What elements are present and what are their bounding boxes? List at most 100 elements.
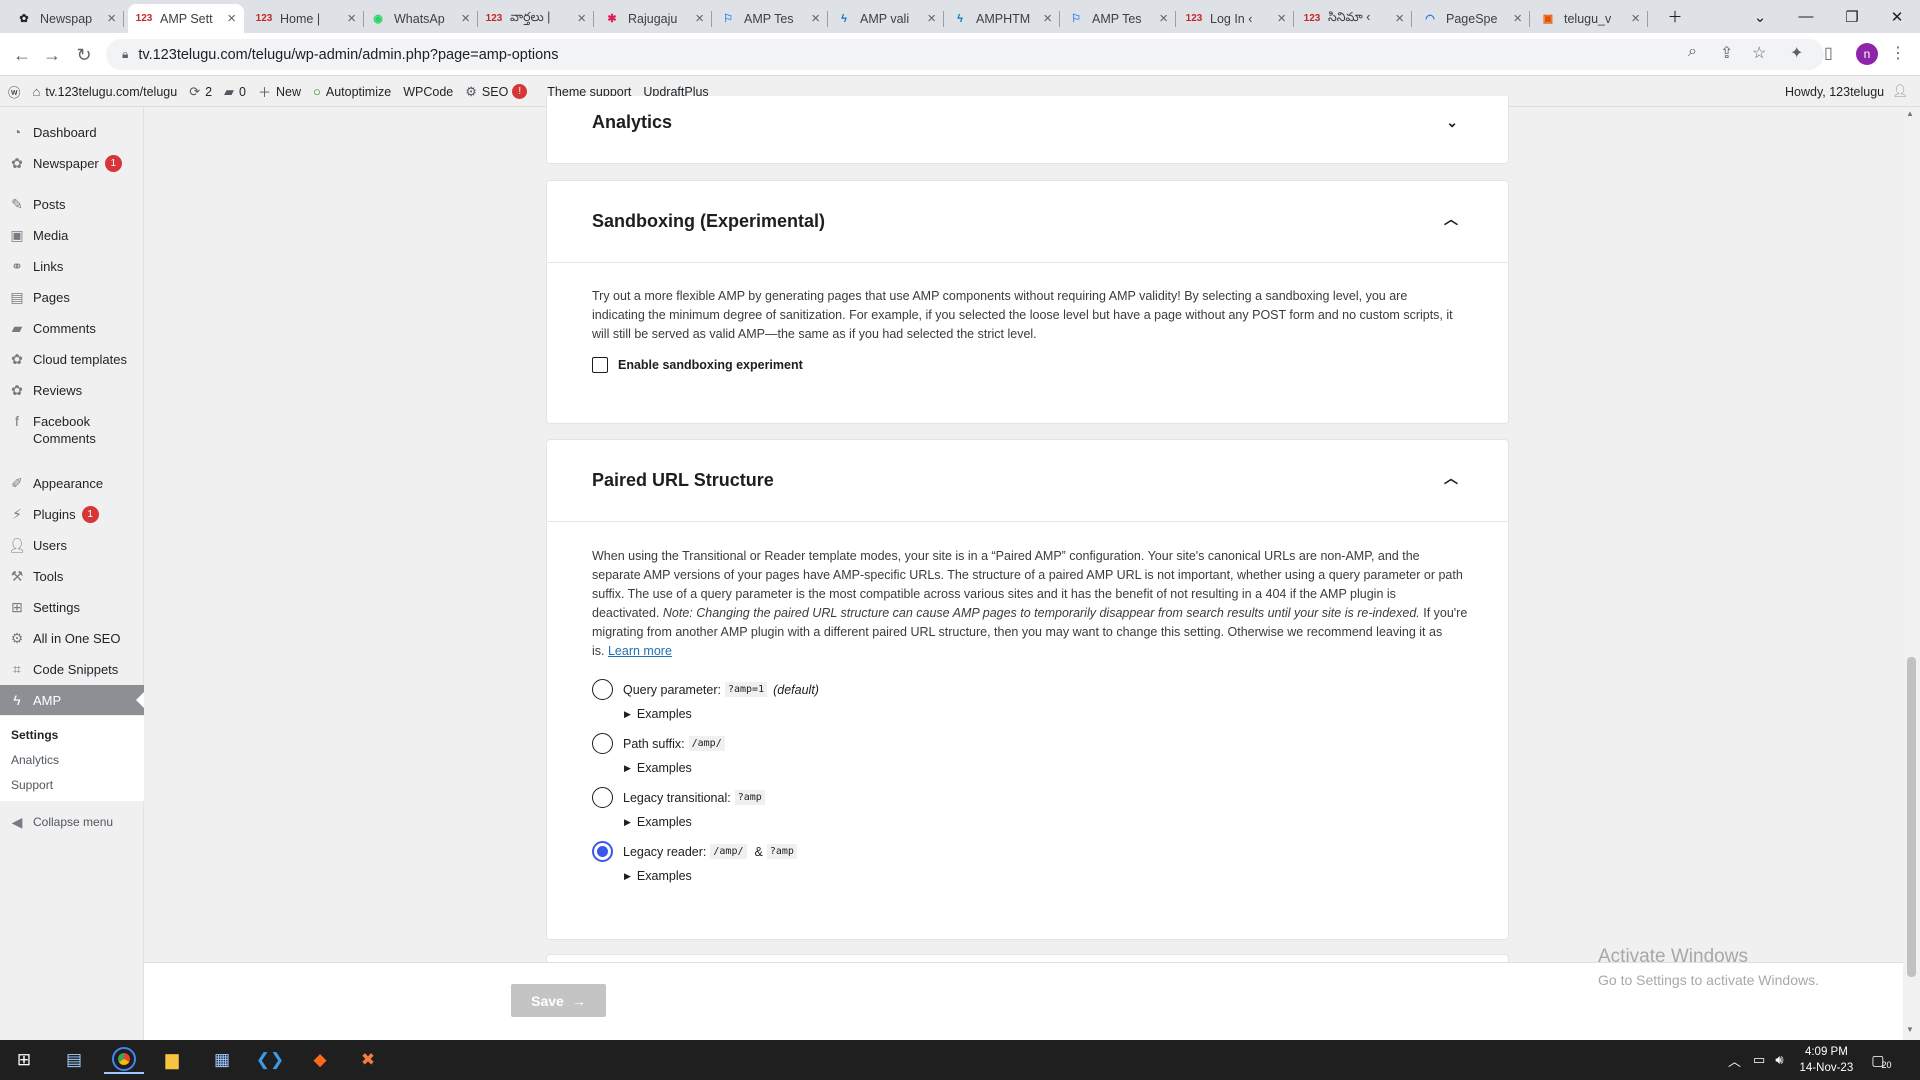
save-button[interactable]: Save → <box>511 984 606 1017</box>
tray-chevron-up-icon[interactable]: ︿ <box>1728 1051 1741 1070</box>
sidebar-item-tools[interactable]: ⚒ Tools <box>0 568 144 585</box>
minimize-button[interactable]: — <box>1783 0 1829 33</box>
paired-url-header[interactable]: Paired URL Structure <box>547 440 1508 522</box>
admin-bar-site[interactable]: ⌂ tv.123telugu.com/telugu <box>33 84 178 99</box>
close-tab-icon[interactable]: × <box>1043 10 1052 27</box>
new-tab-button[interactable]: ＋ <box>1652 0 1698 33</box>
close-tab-icon[interactable]: × <box>1159 10 1168 27</box>
sidebar-item-amp[interactable]: ϟ AMP <box>0 685 144 715</box>
maximize-button[interactable]: ❐ <box>1829 0 1875 33</box>
chevron-up-icon[interactable]: ︿ <box>1444 209 1458 229</box>
sandboxing-checkbox-row[interactable]: Enable sandboxing experiment <box>592 357 803 373</box>
app-file-explorer-icon[interactable]: ▆ <box>152 1046 192 1074</box>
close-tab-icon[interactable]: × <box>347 10 356 27</box>
sidebar-item-users[interactable]: 👤︎ Users <box>0 537 144 554</box>
admin-bar-new[interactable]: ＋ New <box>258 82 301 101</box>
sidebar-item-comments[interactable]: ▰ Comments <box>0 320 144 337</box>
examples-toggle-reader[interactable]: ▶ Examples <box>624 869 692 883</box>
radio-legacy-transitional[interactable] <box>592 787 613 808</box>
sidebar-item-posts[interactable]: ✎ Posts <box>0 196 144 213</box>
sidebar-item-appearance[interactable]: ✐ Appearance <box>0 475 144 492</box>
sidebar-item-dashboard[interactable]: ◔ Dashboard <box>0 124 144 141</box>
admin-bar-autoptimize[interactable]: ○ Autoptimize <box>313 84 391 99</box>
admin-bar-wpcode[interactable]: WPCode <box>403 85 453 99</box>
sidebar-item-media[interactable]: ▣ Media <box>0 227 144 244</box>
volume-icon[interactable]: 🔊︎ <box>1775 1052 1783 1068</box>
sidebar-item-facebook[interactable]: f Facebook Comments <box>0 413 144 447</box>
forward-icon[interactable]: → <box>38 41 66 69</box>
close-tab-icon[interactable]: × <box>107 10 116 27</box>
menu-kebab-icon[interactable]: ⋮ <box>1890 43 1906 63</box>
option-legacy-transitional[interactable]: Legacy transitional: ?amp <box>592 787 765 808</box>
browser-tab[interactable]: ⚐ AMP Tes × <box>1060 4 1176 33</box>
submenu-analytics[interactable]: Analytics <box>11 753 59 767</box>
bookmark-star-icon[interactable]: ☆ <box>1752 43 1766 63</box>
sandboxing-checkbox[interactable] <box>592 357 608 373</box>
tab-search-icon[interactable]: ⌄ <box>1737 0 1783 33</box>
notification-icon[interactable]: ▢ 20 <box>1871 1050 1891 1071</box>
close-tab-icon[interactable]: × <box>1277 10 1286 27</box>
share-icon[interactable]: ⇪ <box>1720 43 1733 63</box>
profile-avatar[interactable]: n <box>1856 43 1878 65</box>
close-tab-icon[interactable]: × <box>695 10 704 27</box>
extensions-icon[interactable]: ✦ <box>1790 43 1803 63</box>
app-chrome-icon[interactable] <box>104 1046 144 1074</box>
clock[interactable]: 4:09 PM 14-Nov-23 <box>1800 1044 1854 1076</box>
sidebar-item-settings[interactable]: ⊞ Settings <box>0 599 144 616</box>
sidebar-item-pages[interactable]: ▤ Pages <box>0 289 144 306</box>
browser-tab[interactable]: ϟ AMP vali × <box>828 4 944 33</box>
chevron-up-icon[interactable]: ︿ <box>1444 468 1458 488</box>
zoom-icon[interactable]: ⌕ <box>1688 43 1697 61</box>
radio-path-suffix[interactable] <box>592 733 613 754</box>
network-icon[interactable]: ▭ <box>1753 1052 1765 1068</box>
app-calculator-icon[interactable]: ▦ <box>202 1046 242 1074</box>
side-panel-icon[interactable]: ▯ <box>1824 43 1833 63</box>
close-tab-icon[interactable]: × <box>1513 10 1522 27</box>
reload-icon[interactable]: ↻ <box>70 41 98 69</box>
submenu-settings[interactable]: Settings <box>11 728 58 742</box>
radio-legacy-reader[interactable] <box>592 841 613 862</box>
submenu-support[interactable]: Support <box>11 778 53 792</box>
sidebar-item-all-in-one-seo[interactable]: ⚙ All in One SEO <box>0 630 144 647</box>
examples-toggle-query[interactable]: ▶ Examples <box>624 707 692 721</box>
sidebar-item-links[interactable]: ⚭ Links <box>0 258 144 275</box>
browser-tab[interactable]: 123 AMP Sett × <box>128 4 244 33</box>
browser-tab[interactable]: ⚐ AMP Tes × <box>712 4 828 33</box>
chevron-down-icon[interactable]: ⌄ <box>1446 114 1458 131</box>
admin-bar-account[interactable]: Howdy, 123telugu 👤︎ <box>1785 84 1908 99</box>
browser-tab[interactable]: ◉ WhatsAp × <box>362 4 478 33</box>
examples-toggle-path[interactable]: ▶ Examples <box>624 761 692 775</box>
sidebar-item-plugins[interactable]: ⚡︎ Plugins 1 <box>0 506 144 523</box>
admin-bar-comments[interactable]: ▰ 0 <box>224 84 246 100</box>
close-tab-icon[interactable]: × <box>227 10 236 27</box>
browser-tab[interactable]: ◠ PageSpe × <box>1414 4 1530 33</box>
sidebar-item-code-snippets[interactable]: ⌗ Code Snippets <box>0 661 144 678</box>
sidebar-item-cloud-templates[interactable]: ✿ Cloud templates <box>0 351 144 368</box>
option-path-suffix[interactable]: Path suffix: /amp/ <box>592 733 725 754</box>
close-tab-icon[interactable]: × <box>811 10 820 27</box>
browser-tab[interactable]: 123 వార్తలు | × <box>478 4 594 33</box>
browser-tab[interactable]: 123 Home | × <box>248 4 364 33</box>
windows-start-icon[interactable]: ⊞ <box>4 1046 44 1074</box>
close-tab-icon[interactable]: × <box>1395 10 1404 27</box>
close-tab-icon[interactable]: × <box>1631 10 1640 27</box>
browser-tab[interactable]: ✱ Rajugaju × <box>596 4 712 33</box>
close-tab-icon[interactable]: × <box>577 10 586 27</box>
admin-bar-updates[interactable]: ⟳ 2 <box>189 84 212 100</box>
examples-toggle-transitional[interactable]: ▶ Examples <box>624 815 692 829</box>
page-scrollbar[interactable]: ▲ ▼ <box>1903 107 1920 1040</box>
option-legacy-reader[interactable]: Legacy reader: /amp/ & ?amp <box>592 841 797 862</box>
url-bar[interactable]: 🔒︎ tv.123telugu.com/telugu/wp-admin/admi… <box>106 39 1824 70</box>
scroll-down-icon[interactable]: ▼ <box>1906 1025 1914 1034</box>
app-notepad-icon[interactable]: ▤ <box>54 1046 94 1074</box>
close-tab-icon[interactable]: × <box>461 10 470 27</box>
radio-query-parameter[interactable] <box>592 679 613 700</box>
app-xampp-icon[interactable]: ✖ <box>348 1046 388 1074</box>
back-icon[interactable]: ← <box>8 41 36 69</box>
scrollbar-thumb[interactable] <box>1907 657 1916 977</box>
browser-tab[interactable]: ▣ telugu_v × <box>1532 4 1648 33</box>
collapse-menu-button[interactable]: ◀ Collapse menu <box>0 814 144 831</box>
wordpress-logo-icon[interactable]: ⓦ <box>8 82 21 101</box>
close-tab-icon[interactable]: × <box>927 10 936 27</box>
sidebar-item-newspaper[interactable]: ✿ Newspaper 1 <box>0 155 144 172</box>
